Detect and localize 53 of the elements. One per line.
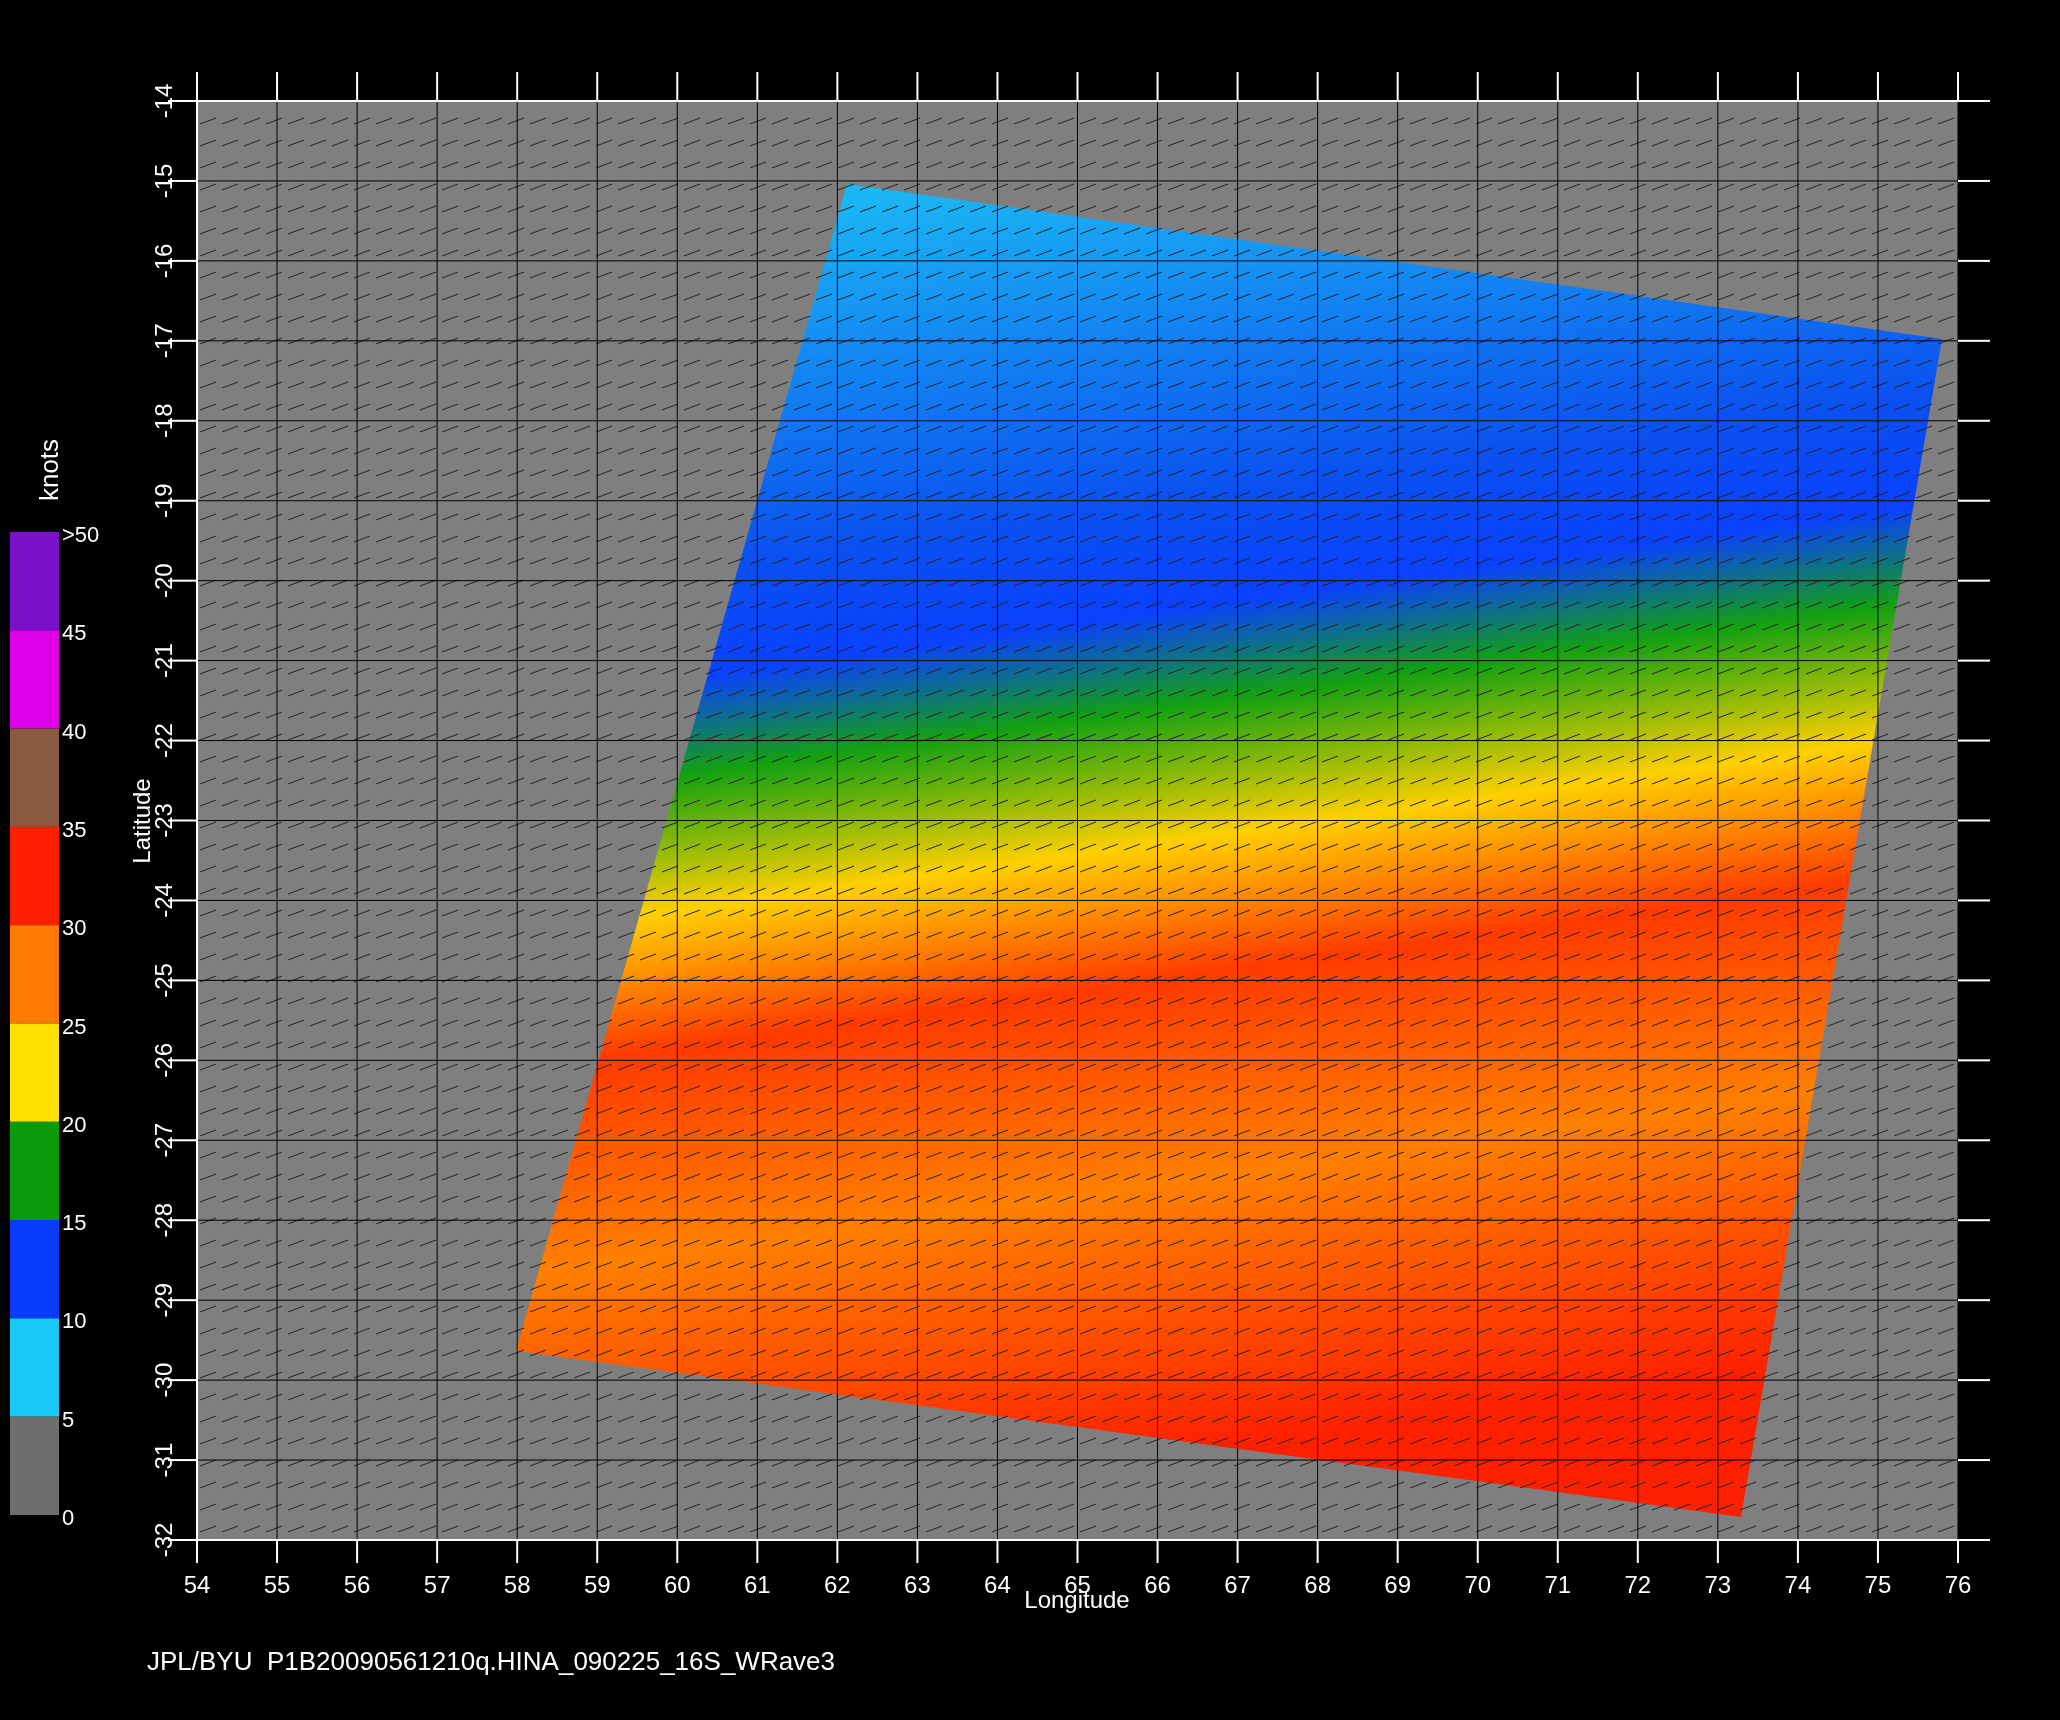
tick-label: 73: [1704, 1571, 1732, 1598]
colorbar-label: 25: [62, 1013, 87, 1039]
tick-label: 66: [1144, 1571, 1171, 1598]
tick-label: -32: [150, 1522, 177, 1558]
tick-label: -24: [150, 883, 177, 918]
tick-label: -21: [150, 643, 177, 678]
tick-label: 60: [663, 1571, 691, 1598]
tick-label: -30: [150, 1362, 177, 1398]
colorbar-label: >50: [62, 522, 100, 547]
tick-label: 58: [503, 1571, 531, 1598]
tick-label: 64: [984, 1571, 1011, 1598]
colorbar-unit: knots: [34, 438, 64, 502]
tick-label: -15: [150, 163, 177, 199]
tick-label: 75: [1864, 1571, 1892, 1598]
tick-label: -25: [150, 963, 177, 998]
tick-label: 55: [263, 1571, 291, 1598]
tick-label: -17: [150, 323, 177, 359]
tick-label: 70: [1464, 1571, 1492, 1598]
tick-label: 56: [343, 1571, 371, 1598]
tick-label: -22: [150, 723, 177, 758]
tick-label: -27: [150, 1122, 177, 1158]
tick-label: -20: [150, 563, 177, 598]
tick-label: -29: [150, 1282, 177, 1318]
colorbar-label: 35: [62, 816, 87, 842]
tick-label: 59: [583, 1571, 611, 1598]
tick-label: 57: [423, 1571, 451, 1598]
colorbar-label: 0: [62, 1505, 75, 1530]
tick-label: 68: [1304, 1571, 1331, 1598]
tick-label: 54: [183, 1571, 211, 1598]
tick-label: -31: [150, 1442, 177, 1478]
colorbar-label: 5: [62, 1406, 75, 1432]
colorbar-label: 15: [62, 1210, 87, 1236]
tick-label: 72: [1624, 1571, 1652, 1598]
colorbar-label: 20: [62, 1111, 87, 1137]
tick-label: -28: [150, 1202, 177, 1238]
tick-label: 74: [1784, 1571, 1812, 1598]
footer-caption: JPL/BYU P1B20090561210q.HINA_090225_16S_WRave3: [147, 1646, 836, 1676]
tick-label: -14: [150, 83, 177, 119]
tick-label: 76: [1944, 1571, 1972, 1598]
tick-label: -18: [150, 403, 177, 439]
colorbar-label: 45: [62, 620, 87, 646]
tick-label: -26: [150, 1043, 177, 1078]
tick-label: 69: [1384, 1571, 1412, 1598]
tick-label: 71: [1544, 1571, 1572, 1598]
tick-label: 61: [743, 1571, 771, 1598]
colorbar-label: 30: [62, 915, 87, 941]
tick-label: -19: [150, 483, 177, 519]
tick-label: 63: [904, 1571, 931, 1598]
colorbar-label: 10: [62, 1308, 87, 1334]
tick-label: 62: [824, 1571, 851, 1598]
tick-label: -16: [150, 243, 177, 279]
tick-label: 67: [1224, 1571, 1251, 1598]
colorbar-label: 40: [62, 718, 87, 744]
